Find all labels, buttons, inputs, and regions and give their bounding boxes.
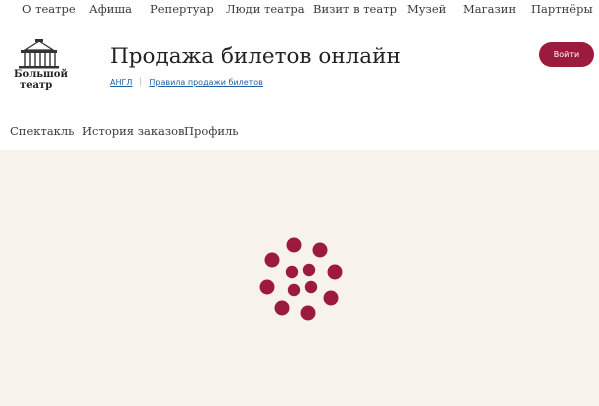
nav-item-shop[interactable]: Магазин <box>463 2 516 16</box>
sale-rules-link[interactable]: Правила продажи билетов <box>149 78 263 87</box>
top-navigation: О театре Афиша Репертуар Люди театра Виз… <box>0 0 599 20</box>
tab-performance[interactable]: Спектакль <box>10 124 74 138</box>
logo-text[interactable]: Большой театр <box>14 69 68 91</box>
page-title: Продажа билетов онлайн <box>110 44 401 69</box>
tab-order-history[interactable]: История заказов <box>82 124 185 138</box>
nav-item-partners[interactable]: Партнёры <box>531 2 593 16</box>
nav-item-visit[interactable]: Визит в театр <box>313 2 397 16</box>
logo-line-1: Большой <box>14 69 68 80</box>
tab-profile[interactable]: Профиль <box>184 124 239 138</box>
nav-item-afisha[interactable]: Афиша <box>89 2 132 16</box>
nav-item-people[interactable]: Люди театра <box>226 2 305 16</box>
sub-links: АНГЛ Правила продажи билетов <box>110 77 263 87</box>
nav-item-about[interactable]: О театре <box>22 2 76 16</box>
nav-item-museum[interactable]: Музей <box>407 2 446 16</box>
language-switch-link[interactable]: АНГЛ <box>110 78 132 87</box>
login-button[interactable]: Войти <box>539 42 594 67</box>
spinner-icon <box>259 237 343 321</box>
tabs: Спектакль История заказов Профиль <box>0 124 599 144</box>
nav-item-repertoire[interactable]: Репертуар <box>150 2 214 16</box>
divider <box>140 77 142 86</box>
logo-line-2: театр <box>20 80 53 91</box>
